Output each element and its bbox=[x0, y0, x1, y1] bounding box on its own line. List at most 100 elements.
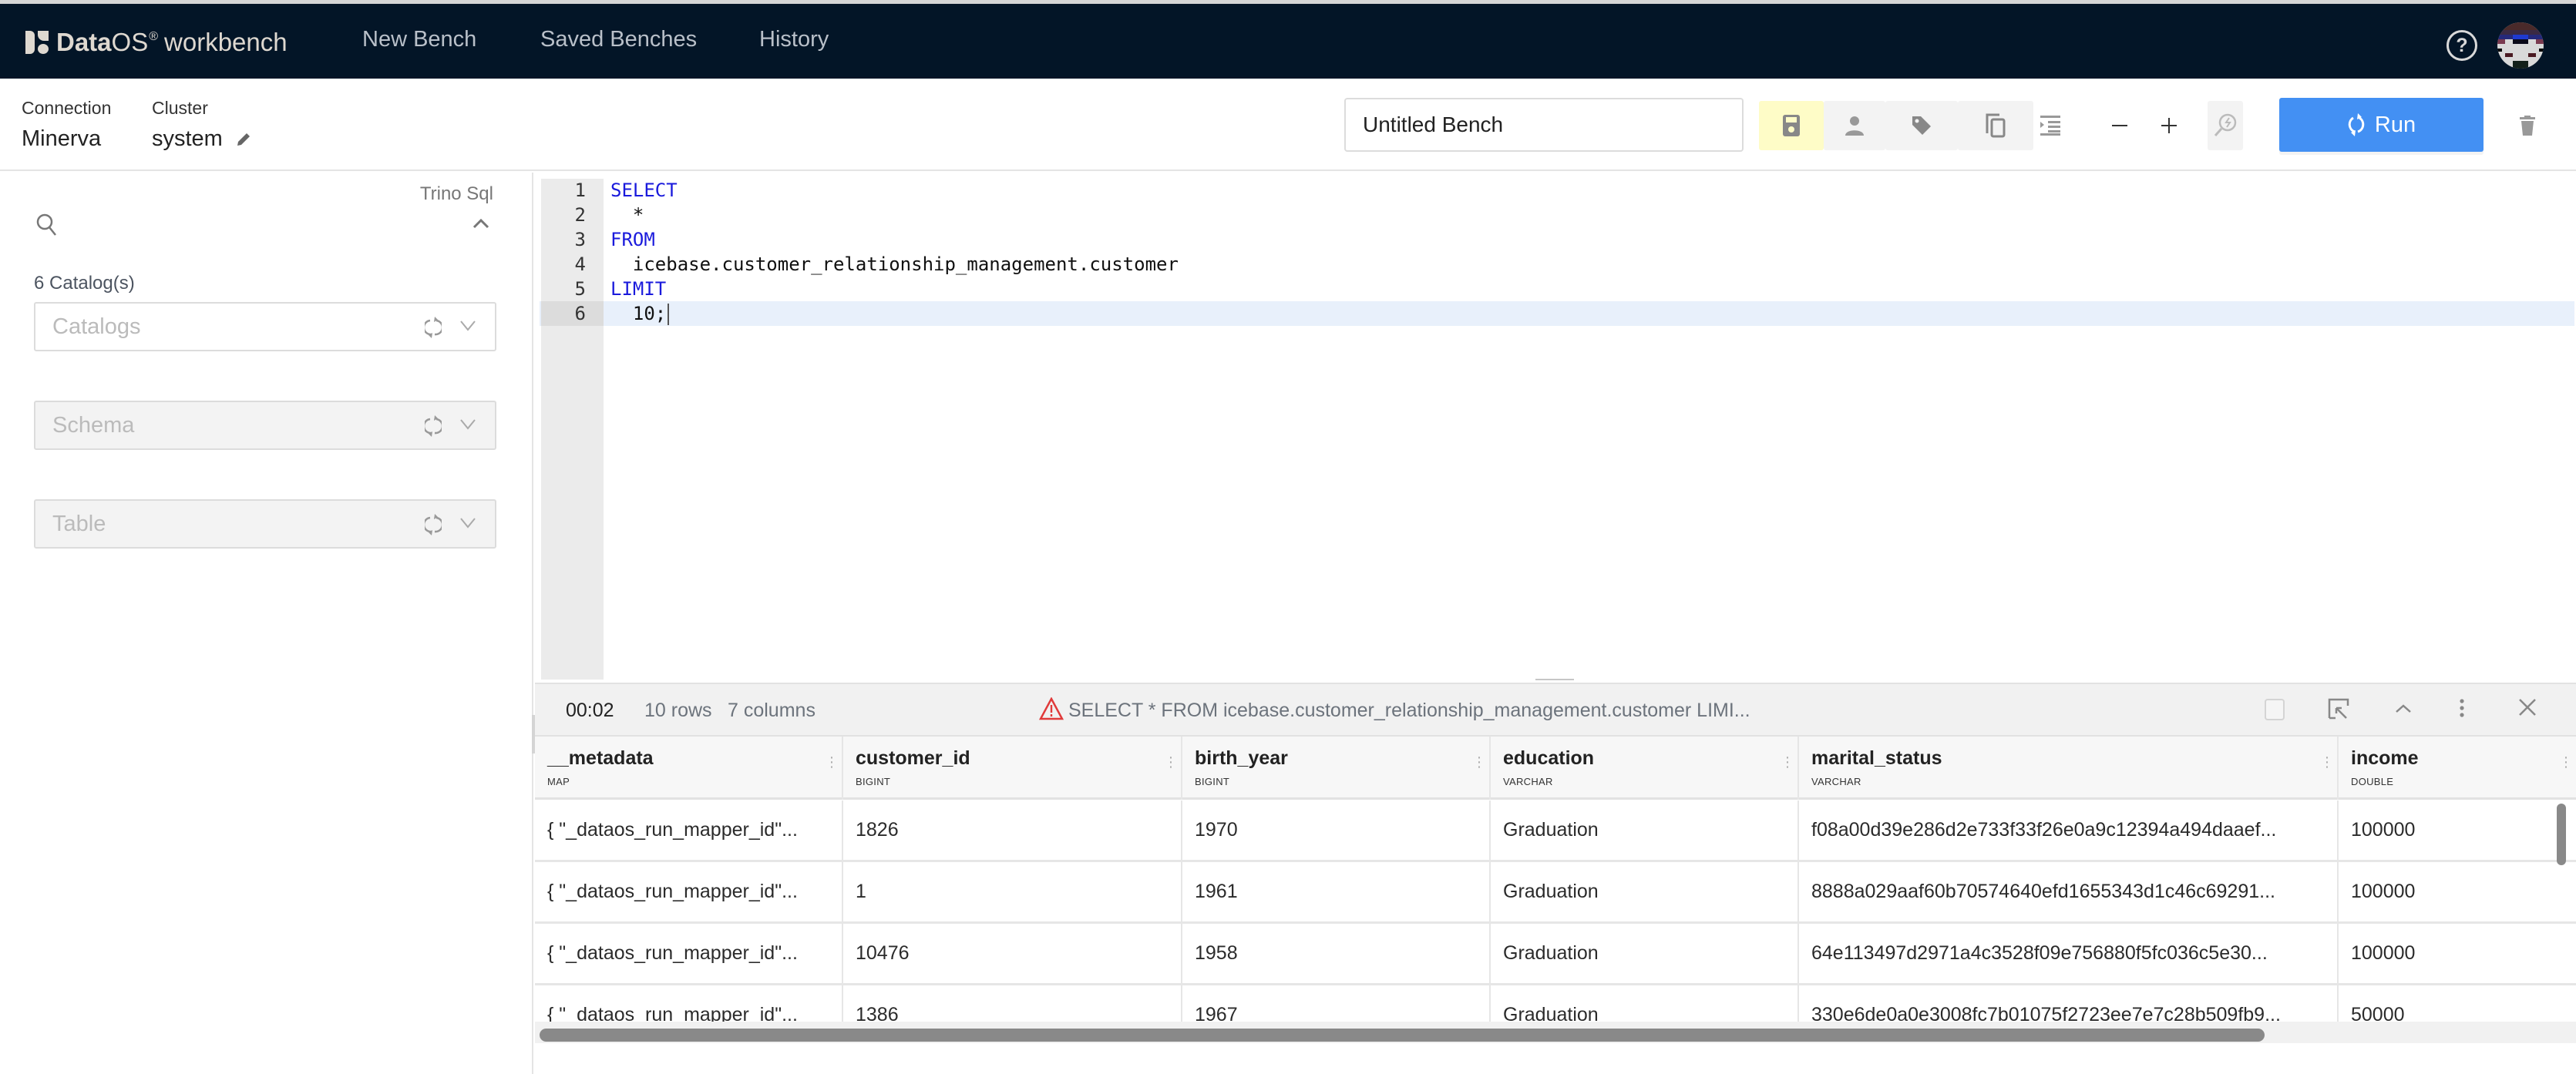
format-indent-button[interactable] bbox=[2035, 101, 2066, 150]
table-cell[interactable]: 1386 bbox=[843, 985, 1182, 1022]
table-cell[interactable]: 1826 bbox=[843, 800, 1182, 860]
column-menu-icon[interactable]: ⋮ bbox=[2559, 755, 2573, 769]
table-cell[interactable]: { "_dataos_run_mapper_id"... bbox=[535, 862, 843, 921]
tag-button[interactable] bbox=[1885, 101, 1958, 150]
table-cell[interactable]: 1970 bbox=[1182, 800, 1491, 860]
code-text: 10; bbox=[610, 303, 667, 324]
code-line[interactable]: 4 icebase.customer_relationship_manageme… bbox=[540, 252, 2574, 277]
table-cell[interactable]: 100000 bbox=[2339, 924, 2554, 983]
pop-out-icon[interactable] bbox=[2328, 695, 2351, 726]
nav-new-bench[interactable]: New Bench bbox=[362, 27, 476, 52]
copy-button[interactable] bbox=[1958, 101, 2033, 150]
table-cell[interactable]: 1 bbox=[843, 862, 1182, 921]
table-cell[interactable]: Graduation bbox=[1491, 985, 1799, 1022]
zoom-out-button[interactable] bbox=[2104, 101, 2135, 150]
table-cell[interactable]: 50000 bbox=[2339, 985, 2554, 1022]
code-text: FROM bbox=[610, 229, 655, 250]
table-row[interactable]: { "_dataos_run_mapper_id"... 10476 1958 … bbox=[535, 924, 2576, 985]
checkbox-icon[interactable] bbox=[2264, 695, 2285, 726]
user-avatar[interactable] bbox=[2497, 22, 2544, 69]
table-cell[interactable]: 1958 bbox=[1182, 924, 1491, 983]
code-line[interactable]: 5 LIMIT bbox=[540, 277, 2574, 301]
refresh-catalogs-icon[interactable] bbox=[425, 316, 442, 339]
refresh-table-icon[interactable] bbox=[425, 513, 442, 536]
horizontal-scrollbar-track[interactable] bbox=[535, 1022, 2576, 1043]
column-menu-icon[interactable]: ⋮ bbox=[825, 755, 839, 769]
code-text-active: 10; bbox=[610, 301, 670, 326]
app-logo[interactable]: DataOS® workbench bbox=[25, 25, 288, 59]
run-button[interactable]: Run bbox=[2279, 98, 2484, 152]
column-header[interactable]: __metadata MAP ⋮ bbox=[535, 737, 843, 800]
column-header[interactable]: education VARCHAR ⋮ bbox=[1491, 737, 1799, 800]
column-header[interactable]: income DOUBLE ⋮ bbox=[2339, 737, 2576, 800]
code-line[interactable]: 3 FROM bbox=[540, 227, 2574, 252]
table-row[interactable]: { "_dataos_run_mapper_id"... 1386 1967 G… bbox=[535, 985, 2576, 1022]
schema-select-placeholder: Schema bbox=[52, 413, 135, 438]
warning-icon bbox=[1039, 697, 1064, 720]
column-header[interactable]: customer_id BIGINT ⋮ bbox=[843, 737, 1182, 800]
table-row[interactable]: { "_dataos_run_mapper_id"... 1 1961 Grad… bbox=[535, 862, 2576, 924]
table-cell[interactable]: { "_dataos_run_mapper_id"... bbox=[535, 985, 843, 1022]
table-cell[interactable]: { "_dataos_run_mapper_id"... bbox=[535, 800, 843, 860]
refresh-schema-icon[interactable] bbox=[425, 414, 442, 438]
vertical-scrollbar[interactable] bbox=[2557, 804, 2566, 865]
sql-editor[interactable]: 1 SELECT 2 * 3 FROM 4 icebase.customer_r… bbox=[540, 175, 2576, 680]
save-icon bbox=[1783, 115, 1800, 136]
code-text: icebase.customer_relationship_management… bbox=[610, 253, 1179, 275]
table-cell[interactable]: 10476 bbox=[843, 924, 1182, 983]
code-line-active[interactable]: 6 10; bbox=[540, 301, 2574, 326]
analyze-query-button[interactable] bbox=[2208, 101, 2243, 150]
table-cell[interactable]: 330e6de0a0e3008fc7b01075f2723ee7e7c28b50… bbox=[1799, 985, 2339, 1022]
schema-select[interactable]: Schema bbox=[34, 401, 496, 450]
table-cell[interactable]: 100000 bbox=[2339, 862, 2554, 921]
bench-name-input[interactable] bbox=[1344, 98, 1744, 152]
table-cell[interactable]: 1967 bbox=[1182, 985, 1491, 1022]
table-select[interactable]: Table bbox=[34, 499, 496, 549]
zoom-in-button[interactable] bbox=[2154, 101, 2184, 150]
help-icon[interactable]: ? bbox=[2447, 30, 2477, 61]
horizontal-scrollbar[interactable] bbox=[540, 1029, 2265, 1042]
executed-query-preview[interactable]: SELECT * FROM icebase.customer_relations… bbox=[1068, 700, 1750, 722]
catalog-select[interactable]: Catalogs bbox=[34, 302, 496, 351]
table-cell[interactable]: f08a00d39e286d2e733f33f26e0a9c12394a494d… bbox=[1799, 800, 2339, 860]
column-header[interactable]: marital_status VARCHAR ⋮ bbox=[1799, 737, 2339, 800]
results-table: __metadata MAP ⋮ customer_id BIGINT ⋮ bi… bbox=[535, 737, 2576, 1022]
column-menu-icon[interactable]: ⋮ bbox=[1164, 755, 1178, 769]
code-line[interactable]: 2 * bbox=[540, 203, 2574, 227]
code-line[interactable]: 1 SELECT bbox=[540, 178, 2574, 203]
share-user-button[interactable] bbox=[1824, 101, 1885, 150]
chevron-up-icon[interactable] bbox=[2394, 695, 2413, 726]
edit-cluster-pencil-icon[interactable] bbox=[235, 131, 252, 148]
close-icon[interactable] bbox=[2517, 695, 2537, 726]
table-cell[interactable]: Graduation bbox=[1491, 800, 1799, 860]
table-cell[interactable]: { "_dataos_run_mapper_id"... bbox=[535, 924, 843, 983]
save-button[interactable] bbox=[1759, 101, 1824, 150]
indent-icon bbox=[2040, 116, 2060, 136]
table-cell[interactable]: 8888a029aaf60b70574640efd1655343d1c46c69… bbox=[1799, 862, 2339, 921]
table-row[interactable]: { "_dataos_run_mapper_id"... 1826 1970 G… bbox=[535, 800, 2576, 862]
more-options-icon[interactable] bbox=[2457, 695, 2467, 726]
sidebar-search-button[interactable] bbox=[35, 213, 59, 241]
nav-saved-benches[interactable]: Saved Benches bbox=[540, 27, 697, 52]
query-language-label: Trino Sql bbox=[419, 183, 493, 204]
table-cell[interactable]: 64e113497d2971a4c3528f09e756880f5fc036c5… bbox=[1799, 924, 2339, 983]
column-menu-icon[interactable]: ⋮ bbox=[1781, 755, 1794, 769]
bench-header: Connection Minerva Cluster system Run bbox=[0, 79, 2576, 171]
run-label: Run bbox=[2374, 112, 2416, 137]
table-cell[interactable]: 100000 bbox=[2339, 800, 2554, 860]
column-type: DOUBLE bbox=[2351, 776, 2394, 787]
delete-bench-button[interactable] bbox=[2516, 101, 2539, 150]
column-type: BIGINT bbox=[856, 776, 891, 787]
table-cell[interactable]: 1961 bbox=[1182, 862, 1491, 921]
column-menu-icon[interactable]: ⋮ bbox=[1472, 755, 1486, 769]
nav-history[interactable]: History bbox=[759, 27, 829, 52]
table-cell[interactable]: Graduation bbox=[1491, 862, 1799, 921]
collapse-sidebar-button[interactable] bbox=[472, 217, 490, 233]
line-number: 6 bbox=[541, 301, 604, 326]
column-menu-icon[interactable]: ⋮ bbox=[2320, 755, 2334, 769]
delete-icon bbox=[2520, 116, 2535, 136]
column-type: BIGINT bbox=[1195, 776, 1230, 787]
column-header[interactable]: birth_year BIGINT ⋮ bbox=[1182, 737, 1491, 800]
table-cell[interactable]: Graduation bbox=[1491, 924, 1799, 983]
line-number: 3 bbox=[574, 229, 586, 250]
